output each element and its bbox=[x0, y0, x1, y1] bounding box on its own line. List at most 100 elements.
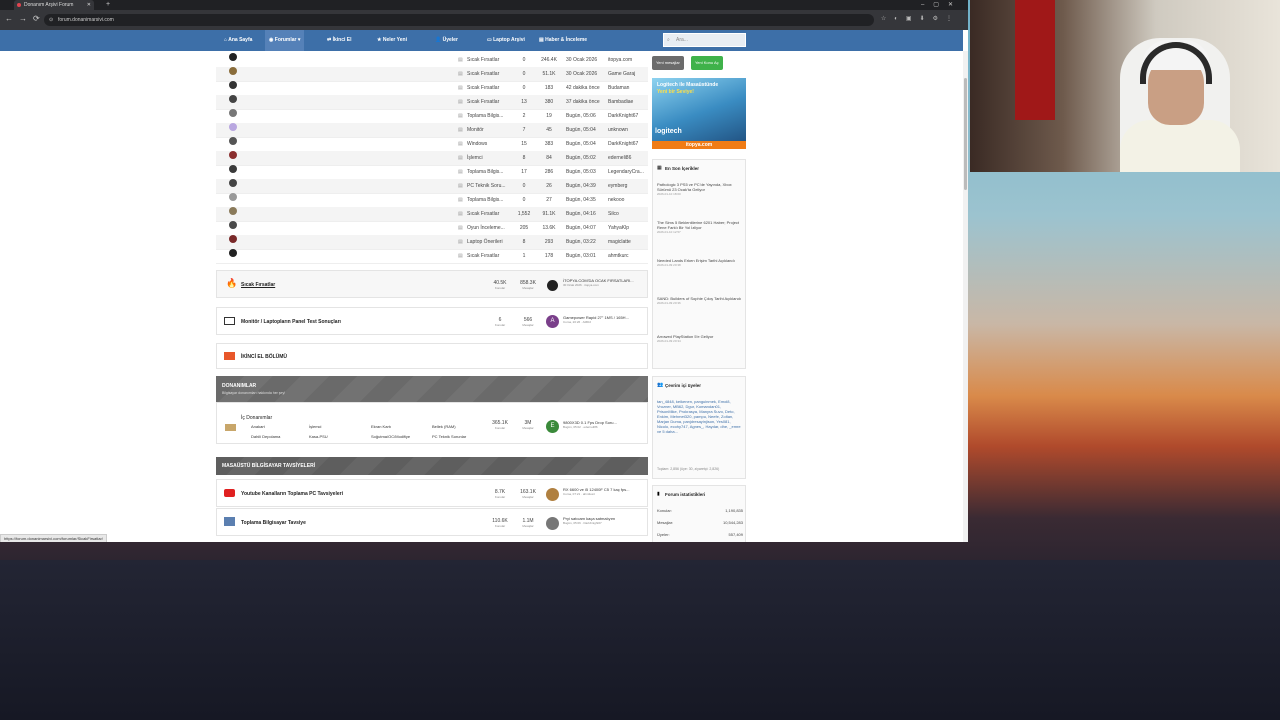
thread-forum[interactable]: Sıcak Fırsatlar bbox=[467, 81, 517, 95]
forum-last-post[interactable]: İTOPYA.COM'DA OCAK FIRSATLARI... 30 Ocak … bbox=[563, 278, 647, 287]
forum-last-post[interactable]: RX 6600 ve i5 12400F C5 7 kaç fps... Cuma… bbox=[563, 487, 647, 496]
forum-title[interactable]: İç Donanımlar bbox=[241, 415, 272, 421]
extension-icons[interactable]: ☆◐▣⬇⚙⋮ bbox=[881, 15, 960, 22]
forum-toplama[interactable]: Toplama Bilgisayar Tavsiye 110.6K Konular… bbox=[216, 508, 648, 536]
forum-ic-donanimlar[interactable]: İç Donanımlar Anakart İşlemci Ekran Kart… bbox=[216, 402, 648, 444]
new-posts-button[interactable]: Yeni mesajlar bbox=[652, 56, 684, 70]
nav-members[interactable]: 👤 Üyeler bbox=[435, 30, 458, 51]
latest-item[interactable]: Arrowed PlayStation 5'e Geliyor 2026-01-0… bbox=[657, 334, 743, 344]
latest-item[interactable]: SAND: Builders of Sophie Çıkış Tarihi Aç… bbox=[657, 296, 743, 306]
thread-user[interactable]: itopya.com bbox=[608, 53, 646, 67]
subforum-link[interactable]: İşlemci bbox=[309, 424, 321, 429]
thread-row[interactable]: 9070 xt vs 5070 hangisi▤Toplama Bilgis..… bbox=[216, 165, 648, 180]
subforum-link[interactable]: Soğutma/OC/Modifiye bbox=[371, 434, 410, 439]
avatar[interactable] bbox=[229, 221, 237, 229]
thread-row[interactable]: Steam indirimli ürünler▤Sıcak Fırsatlar1… bbox=[216, 207, 648, 222]
window-controls[interactable]: –▢✕ bbox=[921, 0, 962, 10]
thread-user[interactable]: Budaman bbox=[608, 81, 646, 95]
avatar[interactable]: A bbox=[546, 315, 559, 328]
thread-user[interactable]: unknown bbox=[608, 123, 646, 137]
thread-row[interactable]: AMS Valorant Sistem Donma Sorunu▤PC Tekn… bbox=[216, 179, 648, 194]
avatar[interactable] bbox=[229, 249, 237, 257]
thread-user[interactable]: ahmtkurc bbox=[608, 249, 646, 263]
thread-forum[interactable]: Sıcak Fırsatlar bbox=[467, 53, 517, 67]
latest-item[interactable]: Pathologic 3 PS5 ve PC'de Yayında, Xbox … bbox=[657, 182, 743, 197]
forum-title[interactable]: Toplama Bilgisayar Tavsiye bbox=[241, 520, 306, 526]
forum-ikinci-el[interactable]: İKİNCİ EL BÖLÜMÜ bbox=[216, 343, 648, 369]
avatar[interactable] bbox=[229, 165, 237, 173]
thread-user[interactable]: Game Garaj bbox=[608, 67, 646, 81]
subforum-link[interactable]: Dahili Depolama bbox=[251, 434, 280, 439]
thread-forum[interactable]: Laptop Önerileri bbox=[467, 235, 517, 249]
thread-row[interactable]: Pryi satıcam kaça satmalıyım▤Toplama Bil… bbox=[216, 109, 648, 124]
site-info-icon[interactable]: ⊙ bbox=[49, 14, 53, 26]
forum-title[interactable]: Youtube Kanalların Toplama PC Tavsiyeler… bbox=[241, 491, 343, 497]
thread-user[interactable]: DarkKnight67 bbox=[608, 137, 646, 151]
thread-row[interactable]: Game Garaj Sistem Modellerinde Vade Fark… bbox=[216, 67, 648, 82]
avatar[interactable] bbox=[229, 151, 237, 159]
subforum-link[interactable]: Bellek (RAM) bbox=[432, 424, 456, 429]
thread-forum[interactable]: Toplama Bilgis... bbox=[467, 193, 517, 207]
avatar[interactable] bbox=[229, 193, 237, 201]
forum-title[interactable]: Sıcak Fırsatlar bbox=[241, 282, 275, 288]
subforum-link[interactable]: Ekran Kartı bbox=[371, 424, 391, 429]
nav-forums[interactable]: ◉ Forumlar ▾ bbox=[265, 30, 305, 51]
thread-user[interactable]: Bambadiae bbox=[608, 95, 646, 109]
thread-forum[interactable]: Toplama Bilgis... bbox=[467, 109, 517, 123]
url-field[interactable]: ⊙ forum.donanimarsivi.com bbox=[44, 14, 874, 26]
thread-row[interactable]: Oyun Projesi - Depth of Space▤Oyun İncel… bbox=[216, 221, 648, 236]
thread-user[interactable]: magiclatte bbox=[608, 235, 646, 249]
thread-row[interactable]: ASUS ROG Xbox Ally 32299 TL▤Sıcak Fırsat… bbox=[216, 81, 648, 96]
category-header-donanimlar[interactable]: DONANIMLAR Bilgisayar donanımları hakkın… bbox=[216, 376, 648, 402]
avatar[interactable] bbox=[229, 67, 237, 75]
forum-last-post[interactable]: Gamepower Rapid 27" 1MS / 165H... Cuma, 2… bbox=[563, 315, 647, 324]
thread-row[interactable]: İndirimSapphire RX 9070 XT Pulse 16GB | … bbox=[216, 95, 648, 110]
thread-row[interactable]: 50-60k Beyaz Sistem Tavsiyesi 1440p kasa… bbox=[216, 193, 648, 208]
thread-row[interactable]: Yardım9800X3D 0.1 Fps Drop Sorunu▤İşlemc… bbox=[216, 151, 648, 166]
thread-user[interactable]: DarkKnight67 bbox=[608, 109, 646, 123]
forum-last-post[interactable]: 9800X3D 0.1 Fps Drop Soru... Bugün, 05:02… bbox=[563, 420, 647, 429]
thread-user[interactable]: eymberg bbox=[608, 179, 646, 193]
forum-monitor[interactable]: Monitör / Laptopların Panel Test Sonuçla… bbox=[216, 307, 648, 335]
avatar[interactable] bbox=[229, 109, 237, 117]
latest-item[interactable]: The Sims 5 Beklentilerine 6201 Haber; Pr… bbox=[657, 220, 743, 235]
thread-forum[interactable]: Oyun İnceleme... bbox=[467, 221, 517, 235]
sidebar-ad-banner[interactable]: Logitech ile Masaüstünde Yeni bir Seviye… bbox=[652, 78, 746, 149]
thread-forum[interactable]: Monitör bbox=[467, 123, 517, 137]
avatar[interactable] bbox=[229, 81, 237, 89]
thread-forum[interactable]: Sıcak Fırsatlar bbox=[467, 207, 517, 221]
thread-row[interactable]: Nostalji Windows ap pc için öneriler▤Win… bbox=[216, 137, 648, 152]
thread-row[interactable]: MacBook Önerisi (mevcut setup'ı satıp)▤L… bbox=[216, 235, 648, 250]
forum-youtube[interactable]: Youtube Kanalların Toplama PC Tavsiyeler… bbox=[216, 479, 648, 507]
avatar[interactable]: E bbox=[546, 420, 559, 433]
new-thread-button[interactable]: Yeni Konu Aç bbox=[691, 56, 723, 70]
nav-laptop-arsivi[interactable]: ▭ Laptop Arşivi bbox=[487, 30, 525, 51]
thread-forum[interactable]: Windows bbox=[467, 137, 517, 151]
thread-user[interactable]: ederneli86 bbox=[608, 151, 646, 165]
latest-item[interactable]: Needed Lands Erken Erişim Tarihi Açıklan… bbox=[657, 258, 743, 268]
avatar[interactable] bbox=[229, 123, 237, 131]
browser-tab[interactable]: Donanım Arşivi Forum ✕ bbox=[14, 0, 94, 10]
thread-forum[interactable]: Sıcak Fırsatlar bbox=[467, 249, 517, 263]
thread-user[interactable]: Silco bbox=[608, 207, 646, 221]
site-search-input[interactable]: ⌕ Ara... bbox=[663, 33, 746, 47]
subforum-link[interactable]: Kasa-PSU bbox=[309, 434, 328, 439]
avatar[interactable] bbox=[229, 207, 237, 215]
thread-forum[interactable]: PC Teknik Soru... bbox=[467, 179, 517, 193]
thread-forum[interactable]: Sıcak Fırsatlar bbox=[467, 95, 517, 109]
thread-user[interactable]: LegendaryCra... bbox=[608, 165, 646, 179]
nav-ikinci-el[interactable]: ⇄ İkinci El bbox=[327, 30, 352, 51]
subforum-link[interactable]: PC Teknik Sorunlar bbox=[432, 434, 466, 439]
subforum-link[interactable]: Anakart bbox=[251, 424, 265, 429]
thread-row[interactable]: İndirimRazer Leviathan V2 - Subwoofer'lı… bbox=[216, 249, 648, 264]
nav-home[interactable]: ⌂ Ana Sayfa bbox=[224, 30, 252, 51]
avatar[interactable] bbox=[546, 517, 559, 530]
avatar[interactable] bbox=[229, 137, 237, 145]
avatar[interactable] bbox=[229, 235, 237, 243]
avatar[interactable] bbox=[547, 280, 558, 291]
thread-forum[interactable]: İşlemci bbox=[467, 151, 517, 165]
forum-last-post[interactable]: Pryi satıcam kaça satmalıyım Bugün, 05:06… bbox=[563, 516, 647, 525]
avatar[interactable] bbox=[546, 488, 559, 501]
thread-row[interactable]: İTOPYA.COM'DA OCAK FIRSATLARI BAŞLADI!▤S… bbox=[216, 53, 648, 68]
thread-row[interactable]: Linkteki monitör iyi mi? Herhangi bir sı… bbox=[216, 123, 648, 138]
